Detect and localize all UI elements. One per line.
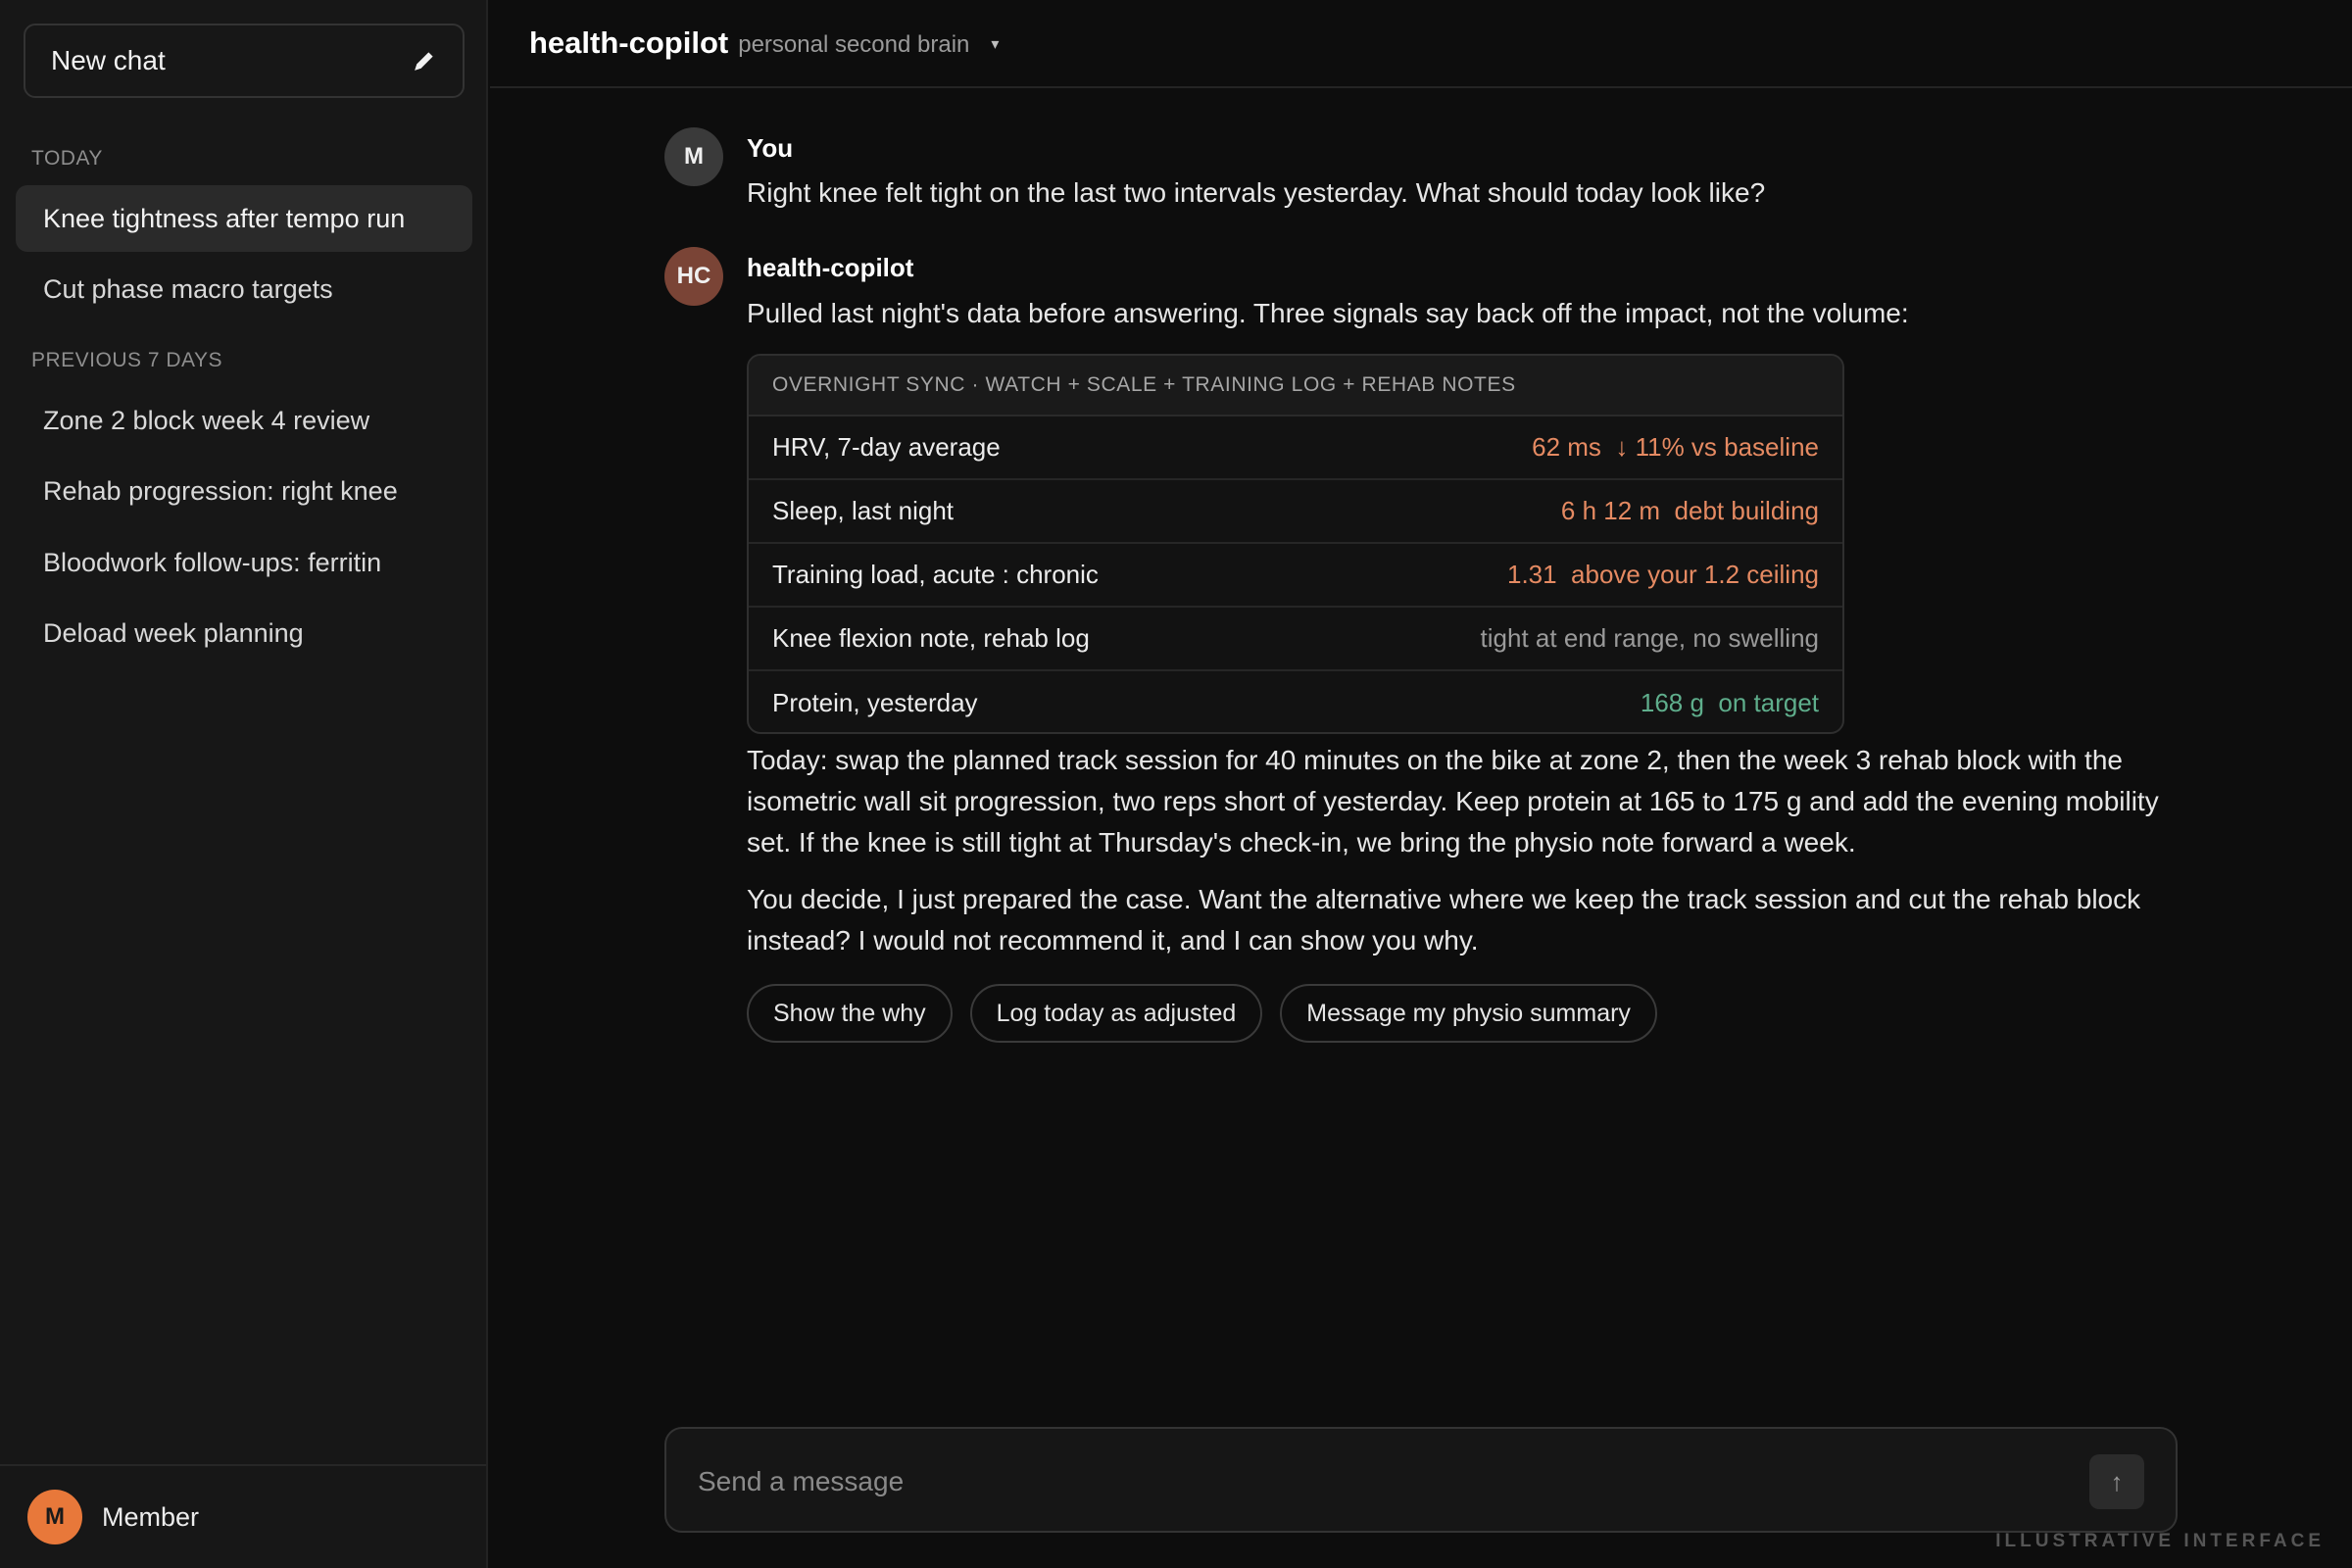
watermark: Illustrative interface (1995, 1531, 2325, 1551)
sidebar-item-label: Bloodwork follow-ups: ferritin (43, 547, 382, 577)
assistant-closing-text: You decide, I just prepared the case. Wa… (747, 884, 2141, 956)
sidebar-item-bloodwork[interactable]: Bloodwork follow-ups: ferritin (16, 529, 472, 596)
log-today-button[interactable]: Log today as adjusted (969, 984, 1263, 1043)
suggested-actions: Show the why Log today as adjusted Messa… (747, 984, 1657, 1043)
metric-value: 6 h 12 m debt building (1560, 496, 1819, 525)
metric-value: 62 ms ↓ 11% vs baseline (1532, 432, 1819, 462)
sidebar-item-knee-tightness[interactable]: Knee tightness after tempo run (16, 185, 472, 252)
metric-row-hrv: HRV, 7-day average 62 ms ↓ 11% vs baseli… (749, 416, 1842, 480)
account-menu[interactable]: M Member (0, 1464, 486, 1568)
section-label-previous-7-days: Previous 7 days (31, 349, 223, 371)
sidebar-item-label: Zone 2 block week 4 review (43, 405, 370, 435)
assistant-avatar: HC (664, 247, 723, 306)
user-message-text: Right knee felt tight on the last two in… (747, 177, 1766, 208)
metric-label: Knee flexion note, rehab log (772, 623, 1090, 653)
message-composer: ↑ (664, 1427, 2178, 1533)
sidebar-item-zone2-review[interactable]: Zone 2 block week 4 review (16, 387, 472, 454)
metric-label: Sleep, last night (772, 496, 955, 525)
assistant-plan-text: Today: swap the planned track session fo… (747, 745, 2159, 858)
metric-row-training-load: Training load, acute : chronic 1.31 abov… (749, 544, 1842, 608)
section-label-today: Today (31, 147, 103, 170)
sidebar-item-label: Rehab progression: right knee (43, 475, 398, 506)
sidebar-item-label: Knee tightness after tempo run (43, 203, 406, 233)
message-author-user: You (747, 133, 794, 163)
metric-value: tight at end range, no swelling (1480, 623, 1819, 653)
metric-row-knee-flexion: Knee flexion note, rehab log tight at en… (749, 608, 1842, 671)
model-dropdown-caret-icon[interactable]: ▾ (991, 34, 999, 54)
metric-value: 1.31 above your 1.2 ceiling (1507, 560, 1819, 589)
metric-label: Protein, yesterday (772, 688, 978, 717)
data-sync-card: Overnight sync · watch + scale + trainin… (747, 354, 1844, 734)
account-name: Member (102, 1501, 200, 1532)
message-input[interactable] (698, 1454, 2050, 1509)
sidebar-item-rehab-progression[interactable]: Rehab progression: right knee (16, 458, 472, 524)
pencil-icon (415, 52, 433, 71)
assistant-intro-text: Pulled last night's data before answerin… (747, 298, 1909, 328)
sidebar-item-deload[interactable]: Deload week planning (16, 600, 472, 666)
app-subtitle: personal second brain (738, 31, 970, 58)
send-button[interactable]: ↑ (2089, 1454, 2144, 1509)
new-chat-label: New chat (51, 45, 166, 75)
sidebar: New chat Today Knee tightness after temp… (0, 0, 488, 1568)
metric-row-protein: Protein, yesterday 168 g on target (749, 671, 1842, 732)
app-title: health-copilot (529, 25, 729, 60)
new-chat-button[interactable]: New chat (24, 24, 465, 98)
metric-value: 168 g on target (1640, 688, 1819, 717)
sidebar-item-label: Deload week planning (43, 617, 304, 648)
sidebar-item-macro-targets[interactable]: Cut phase macro targets (16, 256, 472, 322)
message-physio-button[interactable]: Message my physio summary (1280, 984, 1657, 1043)
sidebar-item-label: Cut phase macro targets (43, 273, 333, 304)
data-sync-card-title: Overnight sync · watch + scale + trainin… (749, 356, 1842, 416)
message-author-assistant: health-copilot (747, 253, 914, 282)
show-why-button[interactable]: Show the why (747, 984, 953, 1043)
metric-label: Training load, acute : chronic (772, 560, 1099, 589)
user-avatar: M (664, 127, 723, 186)
arrow-up-icon: ↑ (2110, 1466, 2124, 1496)
metric-label: HRV, 7-day average (772, 432, 1001, 462)
avatar: M (27, 1490, 82, 1544)
chat-header: health-copilot personal second brain ▾ (490, 0, 2352, 88)
metric-row-sleep: Sleep, last night 6 h 12 m debt building (749, 480, 1842, 544)
